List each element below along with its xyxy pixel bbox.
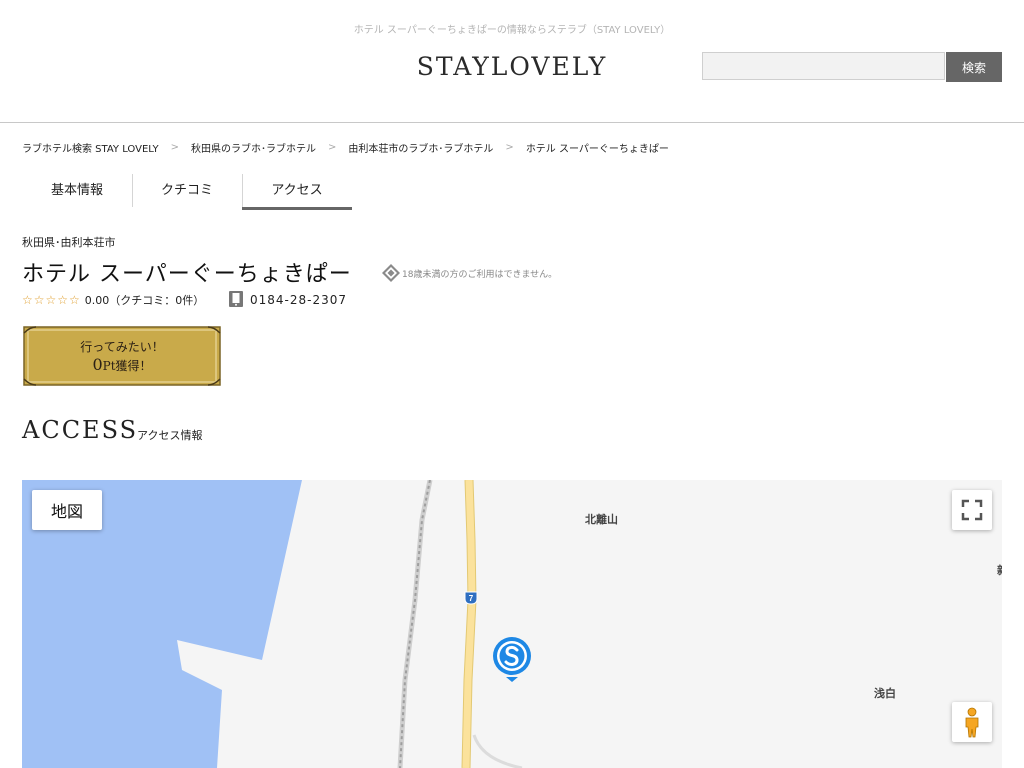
- access-subheading: アクセス情報: [137, 429, 203, 442]
- points-suffix: 獲得！: [115, 359, 152, 373]
- page-title: ホテル スーパーぐーちょきぱー: [22, 262, 352, 287]
- points-unit: Pt: [102, 359, 116, 373]
- breadcrumb-item-home[interactable]: ラブホテル検索 STAY LOVELY: [22, 140, 159, 155]
- tab-basic-info[interactable]: 基本情報: [22, 174, 132, 207]
- breadcrumb-separator: >: [170, 142, 180, 153]
- hotel-region[interactable]: 秋田県･由利本荘市: [22, 234, 116, 250]
- map-place-label: 浅白: [874, 687, 896, 700]
- map-canvas[interactable]: [22, 480, 1002, 768]
- tab-access[interactable]: アクセス: [242, 174, 352, 210]
- logo-text: STAYLOVELY: [416, 52, 608, 81]
- rating-stars: ☆☆☆☆☆: [22, 293, 81, 307]
- phone-number[interactable]: 0184-28-2307: [250, 293, 347, 307]
- points-label: 0Pt獲得！: [22, 355, 222, 374]
- pegman-icon: [965, 707, 979, 738]
- search-button[interactable]: 検索: [946, 52, 1002, 82]
- search-input[interactable]: [702, 52, 945, 80]
- rating-row: ☆☆☆☆☆ 0.00（クチコミ：0件）: [22, 292, 204, 308]
- age-restriction-note: 18歳未満の方のご利用はできません。: [402, 270, 558, 280]
- map-type-button[interactable]: 地図: [32, 490, 102, 530]
- breadcrumb-item-current: ホテル スーパーぐーちょきぱー: [525, 144, 669, 155]
- breadcrumb-item-city[interactable]: 由利本荘市のラブホ･ラブホテル: [348, 140, 493, 155]
- route-badge-icon: 7: [464, 591, 478, 605]
- want-to-go-label: 行ってみたい！: [80, 340, 164, 354]
- site-header: ホテル スーパーぐーちょきぱーの情報ならステラブ（STAY LOVELY） ST…: [0, 0, 1024, 123]
- phone-icon: [229, 291, 243, 307]
- points-value: 0: [92, 355, 103, 374]
- rating-text[interactable]: 0.00（クチコミ：0件）: [85, 292, 205, 308]
- breadcrumb-item-prefecture[interactable]: 秋田県のラブホ･ラブホテル: [191, 140, 316, 155]
- map-place-label: 新: [997, 562, 1002, 578]
- breadcrumb: ラブホテル検索 STAY LOVELY > 秋田県のラブホ･ラブホテル > 由利…: [22, 140, 669, 155]
- fullscreen-button[interactable]: [952, 490, 992, 530]
- site-tagline: ホテル スーパーぐーちょきぱーの情報ならステラブ（STAY LOVELY）: [353, 25, 671, 36]
- breadcrumb-separator: >: [505, 142, 514, 153]
- detail-tabs: 基本情報 クチコミ アクセス: [22, 174, 352, 210]
- hotel-pin-icon[interactable]: [492, 636, 532, 682]
- breadcrumb-separator: >: [328, 142, 337, 153]
- tab-reviews[interactable]: クチコミ: [132, 174, 242, 207]
- map-place-label: 北離山: [585, 513, 618, 526]
- access-map[interactable]: 7 北離山 浅白 新 地図: [22, 480, 1002, 768]
- fullscreen-icon: [961, 499, 983, 521]
- svg-text:7: 7: [469, 594, 474, 603]
- adult-only-icon: [382, 264, 400, 282]
- access-heading: ACCESS: [22, 416, 139, 444]
- street-view-button[interactable]: [952, 702, 992, 742]
